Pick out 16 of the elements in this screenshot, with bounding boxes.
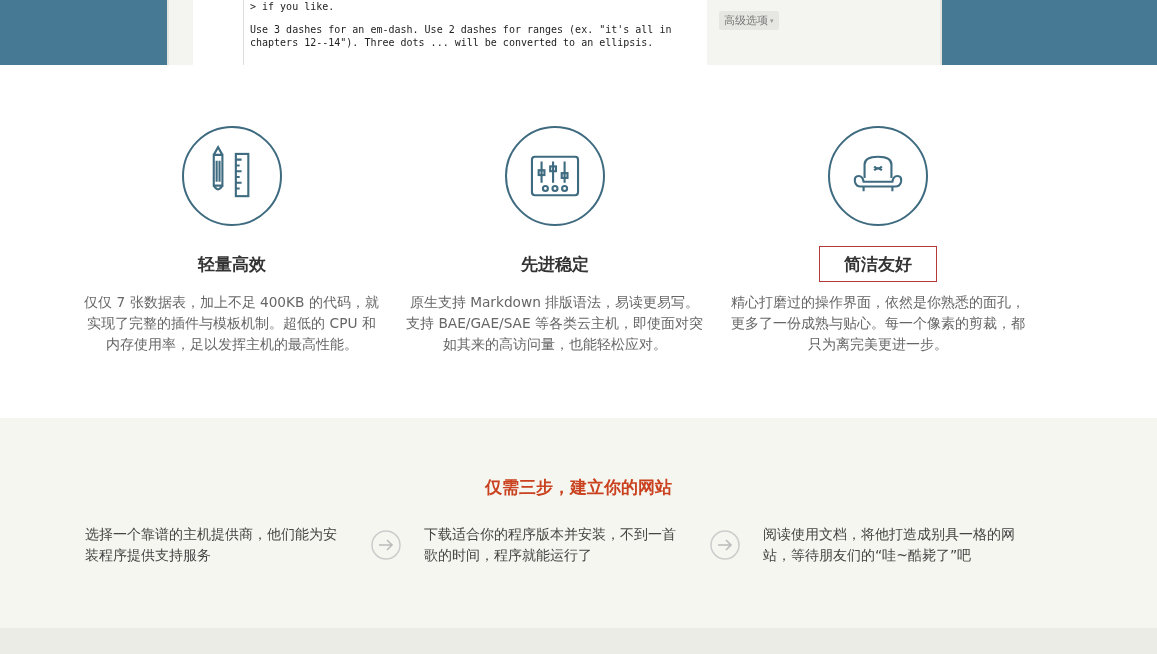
steps-title: 仅需三步，建立你的网站 (484, 476, 673, 499)
editor-text-line: Use 3 dashes for an em-dash. Use 2 dashes for ranges (ex. "it's all in (250, 23, 673, 36)
feature-description: 原生支持 Markdown 排版语法，易读更易写。支持 BAE/GAE/SAE 等各类云主机，即使面对突如其来的高访问量，也能轻松应对。 (405, 293, 704, 354)
feature-title: 轻量高效 (196, 253, 267, 276)
step-text: 选择一个靠谱的主机提供商，他们能为安装程序提供支持服务 (85, 525, 338, 565)
editor-text-line: chapters 12--14"). Three dots ... will be converted to an ellipsis. (250, 36, 655, 49)
feature-title: 先进稳定 (519, 253, 590, 276)
step-text: 下载适合你的程序版本并安装，不到一首歌的时间，程序就能运行了 (424, 525, 677, 565)
feature-title: 简洁友好 (818, 246, 937, 282)
editor-text-line: > if you like. (250, 0, 336, 13)
feature-description: 仅仅 7 张数据表，加上不足 400KB 的代码，就实现了完整的插件与模板机制。超低的 CPU 和内存使用率，足以发挥主机的最高性能。 (83, 293, 380, 354)
feature-description: 精心打磨过的操作界面，依然是你熟悉的面孔，更多了一份成熟与贴心。每一个像素的剪裁，都只为离完美更进一步。 (729, 293, 1026, 354)
step-text: 阅读使用文档，将他打造成别具一格的网站，等待朋友们的“哇~酷毙了”吧 (763, 525, 1016, 565)
editor-text-area[interactable]: > if you like. Use 3 dashes for an em-dash. Use 2 dashes for ranges (ex. "it's all in chapters 12--14"). Three dots ... will be converted to an ellipsis. (244, 0, 707, 65)
arrow-circle-icon (710, 530, 740, 560)
arrow-circle-icon (371, 530, 401, 560)
